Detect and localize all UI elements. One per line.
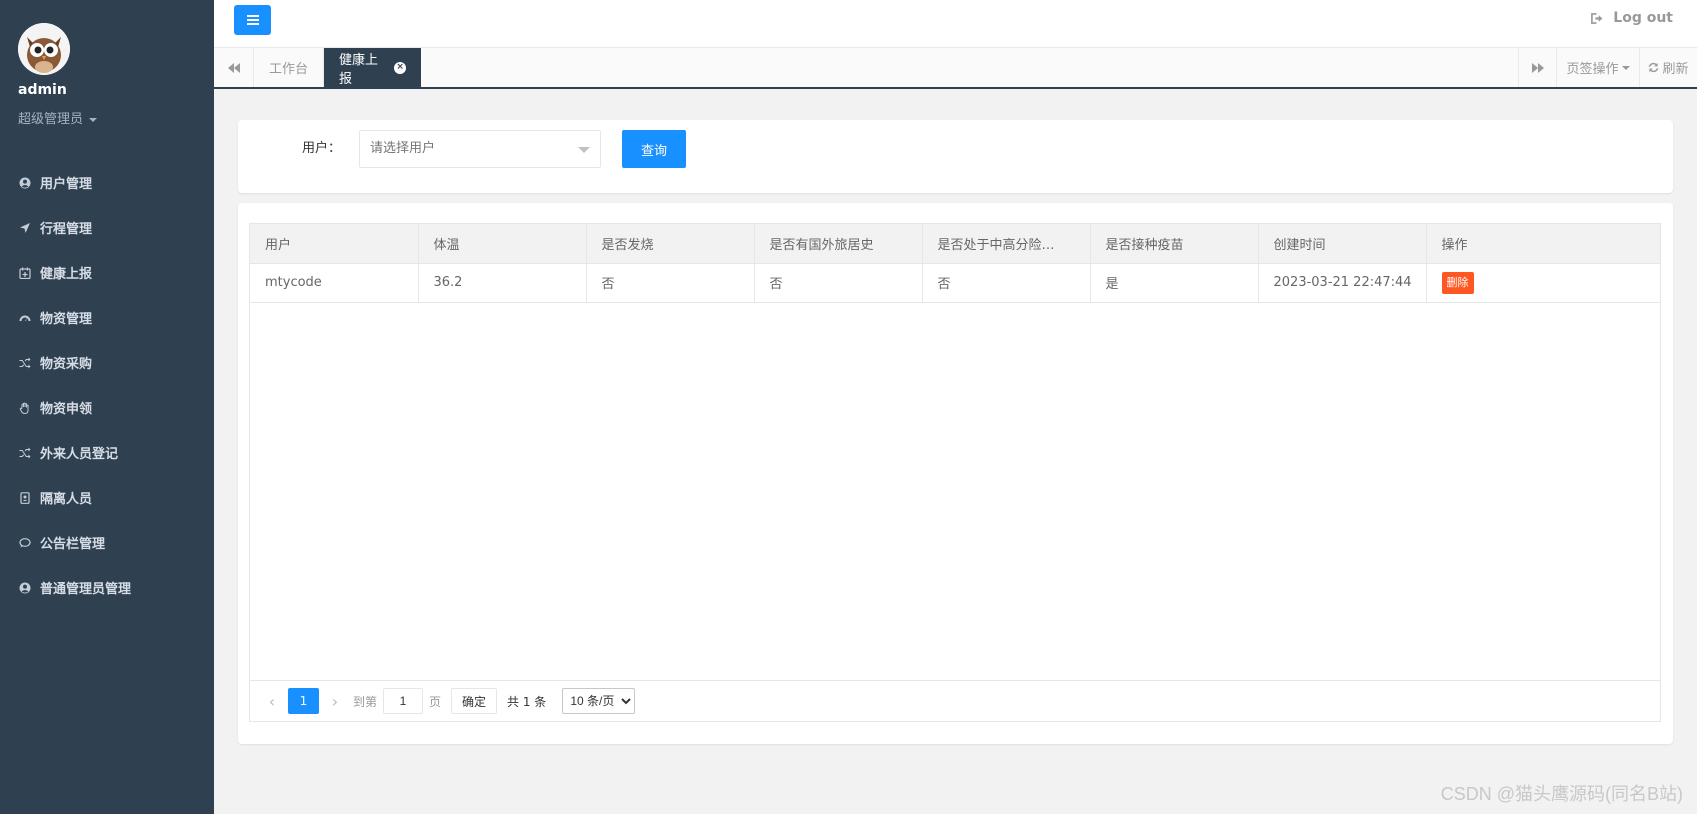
cell-temperature: 36.2 [418,263,587,303]
user-circle-icon [18,581,32,595]
sidebar-item-visitor-registration[interactable]: 外来人员登记 [0,430,214,475]
forward-icon [1531,62,1544,73]
id-badge-icon [18,491,32,505]
tab-operations-label: 页签操作 [1566,62,1619,77]
sidebar-item-label: 行程管理 [40,222,93,237]
admin-name: admin [18,82,67,98]
cell-user: mtycode [250,263,419,303]
sidebar-item-label: 物资申领 [40,402,93,417]
column-header-risk-area: 是否处于中高分险… [922,224,1091,264]
sidebar-item-label: 普通管理员管理 [40,582,132,597]
role-dropdown[interactable]: 超级管理员 [18,108,98,127]
goto-label: 到第 [353,694,378,709]
goto-page-input[interactable] [383,688,424,714]
sign-out-icon [1591,12,1603,24]
tab-workbench[interactable]: 工作台 [254,48,324,87]
page-size-select[interactable]: 10 条/页 [562,688,636,714]
caret-down-icon [1621,65,1630,70]
sidebar-nav: 用户管理 行程管理 健康上报 物资管理 物资采购 物资申领 外来人员登记 隔离人… [0,160,214,610]
refresh-icon [1649,62,1659,73]
table-header-row: 用户 体温 是否发烧 是否有国外旅居史 是否处于中高分险… 是否接种疫苗 创建时… [250,224,1660,264]
sidebar-item-label: 外来人员登记 [40,447,119,462]
avatar[interactable] [18,23,70,75]
user-filter-label: 用户： [302,141,342,156]
tab-scroll-right-button[interactable] [1518,48,1556,87]
user-select-placeholder: 请选择用户 [370,141,436,156]
sidebar-item-label: 物资采购 [40,357,93,372]
random-icon [18,446,32,460]
column-header-created-time: 创建时间 [1258,224,1427,264]
menu-toggle-button[interactable] [234,5,271,35]
pagination: ‹ 1 › 到第 页 确定 共 1 条 10 条/页 [250,680,1660,721]
logout-button[interactable]: Log out [1590,10,1673,26]
hand-icon [18,401,32,415]
sidebar-item-admin-management[interactable]: 普通管理员管理 [0,565,214,610]
sidebar-item-supplies-claim[interactable]: 物资申领 [0,385,214,430]
sidebar-item-label: 物资管理 [40,312,93,327]
watermark: CSDN @猫头鹰源码(同名B站) [1440,784,1683,804]
user-circle-icon [18,176,32,190]
cell-actions: 删除 [1426,263,1660,303]
prev-page-button[interactable]: ‹ [260,688,284,714]
top-header: Log out [214,0,1697,48]
sidebar-item-label: 健康上报 [40,267,93,282]
search-panel: 用户： 请选择用户 查询 [238,120,1673,193]
goto-confirm-button[interactable]: 确定 [451,688,498,714]
tab-label: 工作台 [269,62,309,77]
data-table: 用户 体温 是否发烧 是否有国外旅居史 是否处于中高分险… 是否接种疫苗 创建时… [249,223,1661,722]
delete-button[interactable]: 删除 [1441,271,1474,294]
sidebar-item-bulletin[interactable]: 公告栏管理 [0,520,214,565]
caret-down-icon [89,117,98,122]
dashboard-icon [18,311,32,325]
sidebar-item-health-report[interactable]: 健康上报 [0,250,214,295]
comment-icon [18,536,32,550]
tab-scroll-left-button[interactable] [214,48,254,87]
column-header-vaccinated: 是否接种疫苗 [1090,224,1259,264]
role-label: 超级管理员 [18,112,84,127]
sidebar-item-supplies-purchase[interactable]: 物资采购 [0,340,214,385]
location-arrow-icon [18,221,32,235]
table-panel: 用户 体温 是否发烧 是否有国外旅居史 是否处于中高分险… 是否接种疫苗 创建时… [238,203,1673,744]
column-header-user: 用户 [250,224,419,264]
page-unit-label: 页 [429,694,442,709]
table-row: mtycode 36.2 否 否 否 是 2023-03-21 22:47:44… [250,263,1660,303]
logout-label: Log out [1613,10,1673,26]
cell-created-time: 2023-03-21 22:47:44 [1258,263,1427,303]
tab-label: 健康上报 [339,52,379,87]
column-header-temperature: 体温 [418,224,587,264]
column-header-actions: 操作 [1426,224,1660,264]
backward-icon [227,62,240,73]
sidebar-item-quarantine[interactable]: 隔离人员 [0,475,214,520]
sidebar: admin 超级管理员 用户管理 行程管理 健康上报 物资管理 物资采购 物资申… [0,0,214,814]
cell-fever: 否 [586,263,755,303]
select-arrow-icon [578,147,590,153]
next-page-button[interactable]: › [323,688,347,714]
refresh-label: 刷新 [1662,62,1689,77]
tab-health-report[interactable]: 健康上报 × [324,48,421,87]
cell-abroad-history: 否 [754,263,923,303]
tab-operations-dropdown[interactable]: 页签操作 [1556,48,1639,87]
sidebar-item-user-management[interactable]: 用户管理 [0,160,214,205]
user-select[interactable]: 请选择用户 [359,130,601,168]
page-number-button[interactable]: 1 [288,688,319,714]
sidebar-item-label: 用户管理 [40,177,93,192]
tab-bar: 工作台 健康上报 × 页签操作 刷新 [214,48,1697,89]
query-button[interactable]: 查询 [622,130,686,168]
cell-risk-area: 否 [922,263,1091,303]
sidebar-item-label: 公告栏管理 [40,537,106,552]
hamburger-icon [246,15,259,25]
sidebar-item-supplies-management[interactable]: 物资管理 [0,295,214,340]
total-count-label: 共 1 条 [507,694,547,709]
cell-vaccinated: 是 [1090,263,1259,303]
column-header-fever: 是否发烧 [586,224,755,264]
column-header-abroad-history: 是否有国外旅居史 [754,224,923,264]
sidebar-item-label: 隔离人员 [40,492,93,507]
random-icon [18,356,32,370]
close-icon[interactable]: × [394,61,406,74]
refresh-button[interactable]: 刷新 [1639,48,1697,87]
sidebar-item-trip-management[interactable]: 行程管理 [0,205,214,250]
calendar-plus-icon [18,266,32,280]
